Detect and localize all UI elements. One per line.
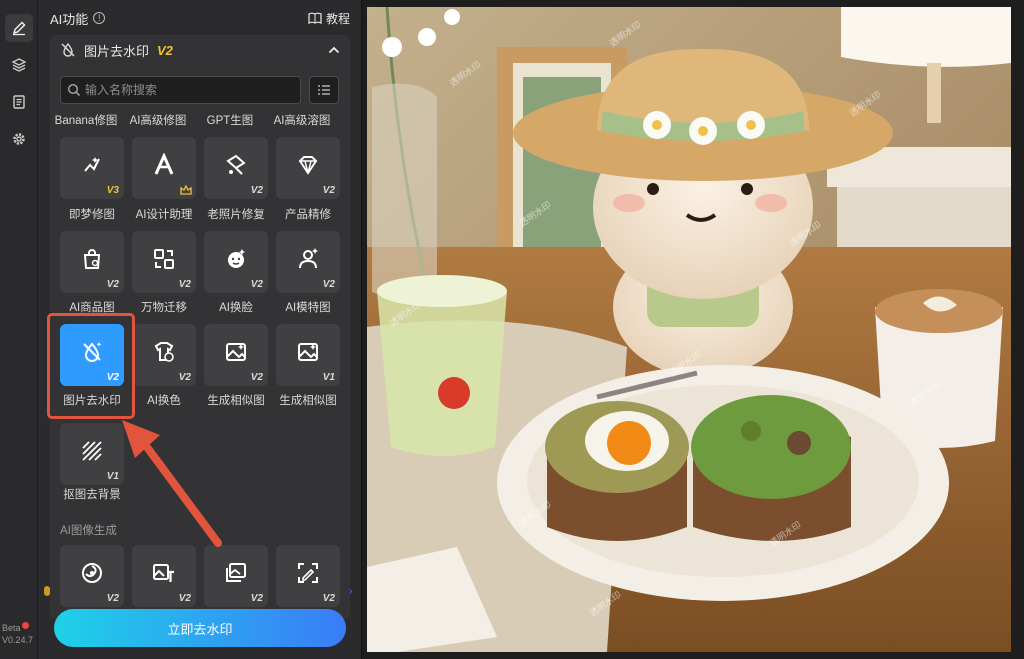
tutorial-label: 教程: [325, 11, 350, 26]
edit-pen-icon[interactable]: [5, 14, 33, 42]
version-number: V0.24.7: [2, 635, 34, 645]
version-badge: V2: [250, 593, 263, 604]
scroll-marker: [44, 586, 50, 596]
tool-label[interactable]: 老照片修复: [200, 206, 272, 222]
image-text-icon: [153, 564, 174, 582]
tool-tile[interactable]: [132, 137, 196, 199]
image-edit-icon: [298, 563, 318, 583]
version-badge: V2: [322, 593, 335, 604]
tool-tile[interactable]: V2: [276, 231, 340, 293]
document-icon[interactable]: [5, 88, 33, 116]
list-view-icon: [318, 85, 330, 95]
section-header[interactable]: 图片去水印 V2: [50, 35, 350, 65]
ai-letter-icon: [154, 153, 174, 175]
info-icon[interactable]: !: [93, 12, 106, 24]
tool-tile[interactable]: V2: [60, 231, 124, 293]
version-badge: V2: [106, 279, 119, 290]
image-gen-tile[interactable]: V2: [204, 545, 268, 607]
tool-tile[interactable]: V2: [132, 231, 196, 293]
face-swap-icon: [228, 249, 245, 268]
tool-label-gpt[interactable]: GPT生图: [194, 112, 266, 128]
tool-tile[interactable]: V2: [204, 324, 268, 386]
version-badge: V2: [322, 185, 335, 196]
cutout-icon: [82, 441, 102, 461]
tool-label[interactable]: 抠图去背景: [56, 486, 128, 502]
search-input[interactable]: [85, 83, 285, 97]
search-icon: [67, 83, 81, 97]
version-badge: V1: [106, 471, 119, 482]
settings-gear-icon[interactable]: [5, 125, 33, 153]
tool-tile[interactable]: V2: [132, 324, 196, 386]
tool-tile[interactable]: V3: [60, 137, 124, 199]
notification-dot-icon: [21, 622, 29, 629]
tool-label[interactable]: 生成相似图: [200, 392, 272, 408]
tool-label[interactable]: 生成相似图: [272, 392, 344, 408]
color-change-icon: [154, 342, 174, 362]
panel-title: AI功能: [50, 11, 89, 27]
tool-tile[interactable]: V2: [204, 137, 268, 199]
tool-label[interactable]: AI模特图: [272, 299, 344, 315]
chevron-right-icon: ›: [349, 586, 353, 597]
image-gen-tile[interactable]: V2: [132, 545, 196, 607]
tool-label[interactable]: AI设计助理: [128, 206, 200, 222]
search-box[interactable]: [60, 76, 301, 104]
version-badge: V3: [106, 185, 119, 196]
tool-label[interactable]: 即梦修图: [56, 206, 128, 222]
star-brush-icon: [84, 157, 100, 172]
remove-watermark-button[interactable]: 立即去水印: [54, 609, 346, 647]
tool-label[interactable]: AI换脸: [200, 299, 272, 315]
shopping-bag-icon: [83, 249, 101, 269]
crown-icon: [180, 185, 192, 195]
preview-image: 透明水印 透明水印 透明水印 透明水印 透明水印 透明水印 透明水印 透明水印 …: [367, 7, 1011, 652]
tool-label-blend[interactable]: AI高级溶图: [266, 112, 338, 128]
tool-rail: Beta V0.24.7: [0, 0, 38, 659]
tool-tile[interactable]: V2: [276, 137, 340, 199]
image-gen-tile[interactable]: V2: [60, 545, 124, 607]
list-view-button[interactable]: [309, 76, 339, 104]
image-gen-tile[interactable]: V2: [276, 545, 340, 607]
version-badge: V2: [250, 185, 263, 196]
similar-image-icon: [226, 343, 246, 361]
tool-tile[interactable]: V2: [204, 231, 268, 293]
model-icon: [299, 248, 318, 269]
section-label-image-gen: AI图像生成: [60, 525, 117, 537]
transfer-icon: [154, 249, 174, 269]
tool-label-banana[interactable]: Banana修图: [50, 112, 122, 128]
section-version-badge: V2: [157, 42, 173, 58]
version-badge: V2: [322, 279, 335, 290]
beta-label: Beta: [2, 623, 21, 633]
book-icon: [308, 12, 322, 24]
tool-tile[interactable]: V1: [60, 423, 124, 485]
tool-tile[interactable]: V1: [276, 324, 340, 386]
version-badge: V2: [178, 593, 191, 604]
version-badge: V2: [250, 279, 263, 290]
selection-highlight: [47, 313, 135, 419]
images-icon: [226, 563, 246, 582]
panel-header: AI功能 ! 教程: [50, 8, 350, 28]
version-badge: V2: [250, 372, 263, 383]
similar-image-v1-icon: [298, 343, 318, 361]
tool-label-advanced-retouch[interactable]: AI高级修图: [122, 112, 194, 128]
chevron-up-icon[interactable]: [328, 46, 340, 54]
swirl-icon: [82, 563, 102, 583]
watermark-remove-icon: [61, 42, 75, 57]
version-badge: V2: [178, 372, 191, 383]
tool-label[interactable]: AI换色: [128, 392, 200, 408]
version-badge: V2: [106, 593, 119, 604]
layers-icon[interactable]: [5, 51, 33, 79]
photo-repair-icon: [226, 154, 246, 175]
tool-label[interactable]: 产品精修: [272, 206, 344, 222]
tutorial-link[interactable]: 教程: [308, 10, 350, 27]
app-version: Beta V0.24.7: [2, 622, 33, 646]
tool-label[interactable]: 万物迁移: [128, 299, 200, 315]
version-badge: V2: [178, 279, 191, 290]
version-badge: V1: [322, 372, 335, 383]
section-title: 图片去水印: [84, 43, 150, 59]
gem-icon: [298, 156, 318, 175]
